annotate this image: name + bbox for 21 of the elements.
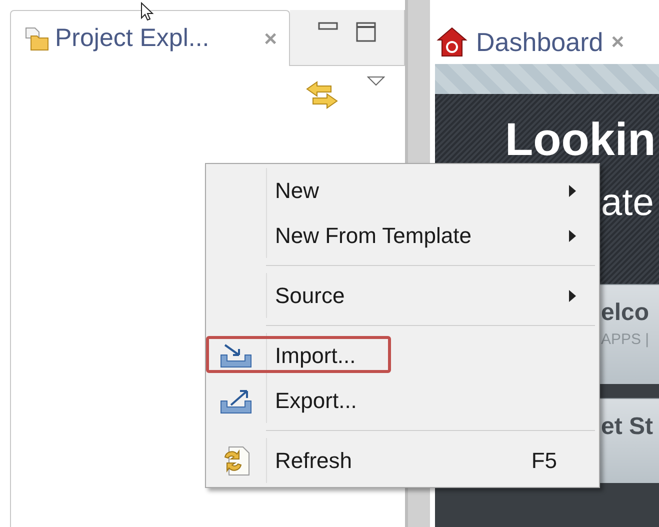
editor-tab[interactable]: Dashboard ×: [430, 20, 659, 64]
minimize-icon[interactable]: [318, 22, 338, 32]
card-subtitle: APPS |: [601, 331, 650, 348]
house-icon: [436, 26, 468, 58]
menu-item[interactable]: Refresh F5: [206, 438, 599, 483]
menu-item[interactable]: New From Template: [206, 213, 599, 258]
link-arrows-icon[interactable]: [305, 80, 339, 112]
menu-item[interactable]: New: [206, 168, 599, 213]
view-tab[interactable]: Project Expl... ×: [10, 10, 290, 66]
import-icon: [219, 342, 253, 368]
shortcut-label: F5: [531, 448, 557, 474]
banner-heading: Lookin: [505, 116, 656, 162]
dropdown-icon[interactable]: [367, 76, 385, 86]
banner-heading: ate: [601, 181, 654, 226]
folder-icon: [23, 26, 49, 52]
card-title: et St: [601, 413, 654, 441]
menu-item[interactable]: Import...: [206, 333, 599, 378]
menu-item[interactable]: Source: [206, 273, 599, 318]
maximize-icon[interactable]: [356, 22, 376, 42]
card-title: elco: [601, 299, 650, 327]
menu-item[interactable]: Export...: [206, 378, 599, 423]
